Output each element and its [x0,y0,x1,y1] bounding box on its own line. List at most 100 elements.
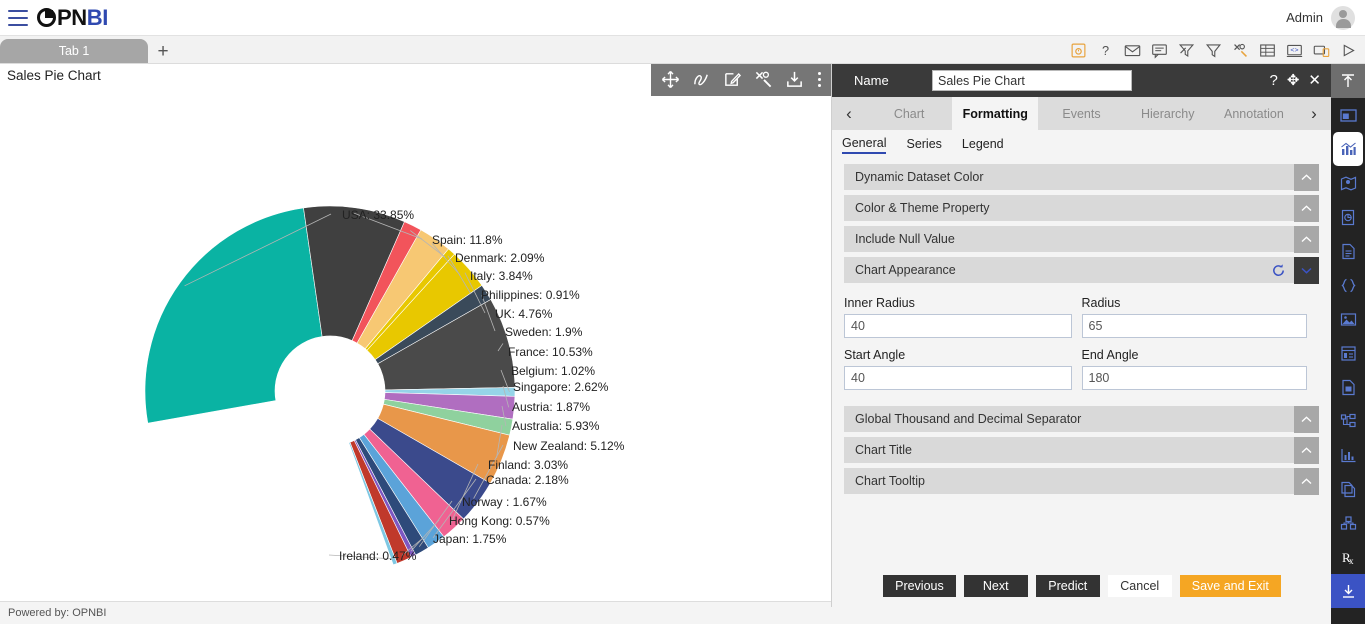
pie-slice[interactable] [144,207,323,424]
user-area[interactable]: Admin [1286,5,1355,30]
section-dynamic-dataset-color[interactable]: Dynamic Dataset Color [844,164,1319,191]
chevron-up-icon[interactable] [1294,195,1319,222]
chevron-up-icon[interactable] [1294,164,1319,191]
rail-map-icon[interactable] [1331,166,1365,200]
filter-icon[interactable] [1205,42,1222,59]
rail-tree-icon[interactable] [1331,404,1365,438]
section-global-separator[interactable]: Global Thousand and Decimal Separator [844,406,1319,433]
help-icon[interactable]: ? [1270,73,1278,88]
radius-field: Radius [1081,294,1320,338]
tab-formatting[interactable]: Formatting [952,97,1039,130]
rail-document-icon[interactable] [1331,234,1365,268]
rail-json-icon[interactable] [1331,268,1365,302]
pie-data-label: Canada: 2.18% [486,473,569,487]
start-angle-input[interactable] [844,366,1072,390]
next-button[interactable]: Next [963,575,1028,597]
brand-pn: PN [57,4,87,30]
add-tab-button[interactable]: + [148,39,178,63]
rail-chart-icon[interactable] [1333,132,1363,166]
section-title: Dynamic Dataset Color [855,170,984,184]
start-angle-field: Start Angle [844,346,1082,390]
pie-chart: USA: 33.85% Spain: 11.8% Denmark: 2.09% Ita… [0,64,831,601]
pie-data-label: Sweden: 1.9% [505,325,583,339]
subtab-series[interactable]: Series [906,137,941,153]
chart-canvas: Sales Pie Chart USA: 33.85% Spain: 11.8% D… [0,64,831,601]
mail-icon[interactable] [1124,42,1141,59]
rail-prescription-icon[interactable]: Rx [1331,540,1365,574]
pie-data-label: Austria: 1.87% [512,400,590,414]
chevron-up-icon[interactable] [1294,468,1319,495]
chevron-up-icon[interactable] [1294,226,1319,253]
panel-header: Name ? ✥ ✕ [832,64,1331,97]
svg-text:<>: <> [1290,47,1298,55]
section-title: Color & Theme Property [855,201,990,215]
section-include-null-value[interactable]: Include Null Value [844,226,1319,253]
start-angle-label: Start Angle [844,348,906,362]
section-color-theme-property[interactable]: Color & Theme Property [844,195,1319,222]
rail-cube-icon[interactable] [1331,506,1365,540]
section-title: Chart Tooltip [855,474,925,488]
predict-button[interactable]: Predict [1035,575,1100,597]
rail-copy-icon[interactable] [1331,472,1365,506]
clear-filter-icon[interactable] [1178,42,1195,59]
pie-data-label: Finland: 3.03% [488,458,568,472]
subtab-legend[interactable]: Legend [962,137,1004,153]
angle-row: Start Angle End Angle [844,346,1319,390]
save-and-exit-button[interactable]: Save and Exit [1179,575,1281,597]
rail-bar-icon[interactable] [1331,438,1365,472]
rail-layout-icon[interactable] [1331,98,1365,132]
brand-bi: BI [86,4,109,30]
previous-button[interactable]: Previous [883,575,956,597]
rail-report-icon[interactable] [1331,370,1365,404]
config-panel: Name ? ✥ ✕ ‹ Chart Formatting Events Hie… [831,64,1332,607]
rail-download-icon[interactable] [1331,574,1365,608]
comment-icon[interactable] [1151,42,1168,59]
tabs-next-button[interactable]: › [1297,97,1332,130]
section-chart-title[interactable]: Chart Title [844,437,1319,464]
close-icon[interactable]: ✕ [1308,73,1321,88]
subtab-general[interactable]: General [842,136,887,154]
pie-data-label: UK: 4.76% [495,307,553,321]
chart-name-input[interactable] [932,70,1132,91]
rail-image-icon[interactable] [1331,302,1365,336]
code-icon[interactable]: <> [1286,42,1303,59]
tabs-prev-button[interactable]: ‹ [832,97,866,130]
tab-hierarchy[interactable]: Hierarchy [1125,97,1211,130]
chevron-up-icon[interactable] [1294,406,1319,433]
panel-header-icons: ? ✥ ✕ [1270,73,1324,88]
rail-form-icon[interactable] [1331,336,1365,370]
help-icon[interactable]: ? [1097,42,1114,59]
avatar[interactable] [1331,5,1355,30]
radius-input[interactable] [1081,314,1307,338]
save-icon[interactable] [1070,42,1087,59]
tab-chart[interactable]: Chart [866,97,952,130]
tools-icon[interactable] [1232,42,1249,59]
move-icon[interactable]: ✥ [1287,73,1300,88]
section-chart-appearance[interactable]: Chart Appearance [844,257,1319,284]
application-root: PNBI Admin Tab 1 + ? <> Sales Pie Chart [0,0,1365,624]
pie-data-label: Spain: 11.8% [432,233,503,247]
section-title: Global Thousand and Decimal Separator [855,412,1082,426]
refresh-icon[interactable] [1271,263,1286,278]
tab-tab1[interactable]: Tab 1 [0,39,148,63]
play-icon[interactable] [1340,42,1357,59]
section-chart-tooltip[interactable]: Chart Tooltip [844,468,1319,495]
rail-dataset-icon[interactable] [1331,200,1365,234]
svg-text:?: ? [1102,43,1109,58]
chevron-down-icon[interactable] [1294,257,1319,284]
chevron-up-icon[interactable] [1294,437,1319,464]
logo-o-icon [37,8,56,27]
inner-radius-input[interactable] [844,314,1072,338]
cancel-button[interactable]: Cancel [1107,575,1172,597]
tab-annotation[interactable]: Annotation [1211,97,1297,130]
user-label: Admin [1286,10,1323,25]
menu-icon[interactable] [8,9,28,26]
radius-row: Inner Radius Radius [844,294,1319,338]
tab-events[interactable]: Events [1038,97,1124,130]
svg-text:x: x [1349,556,1354,566]
table-icon[interactable] [1259,42,1276,59]
pie-data-label: Italy: 3.84% [470,269,533,283]
rail-collapse-up-icon[interactable] [1331,64,1365,98]
end-angle-input[interactable] [1081,366,1307,390]
device-icon[interactable] [1313,42,1330,59]
